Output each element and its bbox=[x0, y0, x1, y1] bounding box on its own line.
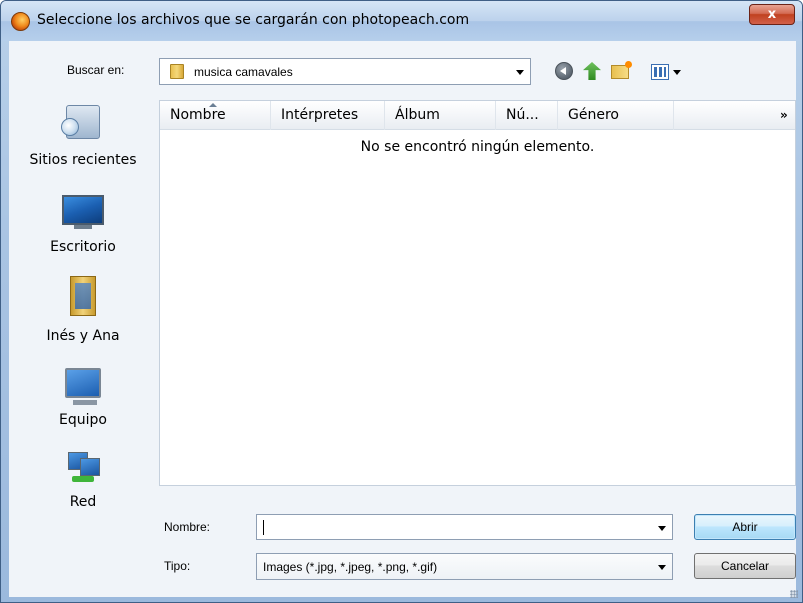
new-folder-icon[interactable] bbox=[611, 61, 632, 79]
column-header-number[interactable]: Nú... bbox=[496, 101, 558, 130]
sidebar-item-label: Escritorio bbox=[50, 239, 116, 255]
sidebar-item-label: Inés y Ana bbox=[46, 328, 120, 344]
views-dropdown-arrow-icon[interactable] bbox=[673, 70, 681, 75]
filename-label: Nombre: bbox=[164, 520, 211, 534]
sort-ascending-icon bbox=[209, 103, 217, 107]
cancel-button[interactable]: Cancelar bbox=[694, 553, 796, 579]
filetype-value: Images (*.jpg, *.jpeg, *.png, *.gif) bbox=[263, 560, 438, 574]
lookin-label: Buscar en: bbox=[67, 63, 125, 77]
sidebar-item-label: Equipo bbox=[59, 412, 107, 428]
filetype-select[interactable]: Images (*.jpg, *.jpeg, *.png, *.gif) bbox=[256, 553, 673, 580]
firefox-icon bbox=[11, 12, 30, 31]
column-header-name[interactable]: Nombre bbox=[160, 101, 271, 130]
empty-list-message: No se encontró ningún elemento. bbox=[360, 139, 595, 155]
chevron-down-icon[interactable] bbox=[658, 526, 666, 531]
text-caret bbox=[263, 520, 264, 535]
sidebar-item-label: Red bbox=[69, 494, 97, 510]
resize-grip-icon[interactable] bbox=[790, 590, 798, 598]
back-icon[interactable] bbox=[555, 62, 573, 80]
views-menu-icon[interactable] bbox=[651, 64, 669, 80]
title-bar[interactable]: Seleccione los archivos que se cargarán … bbox=[1, 1, 802, 41]
lookin-dropdown[interactable]: musica camavales bbox=[159, 58, 531, 85]
places-sidebar: Sitios recientes Escritorio Inés y Ana E… bbox=[18, 100, 148, 520]
window-title: Seleccione los archivos que se cargarán … bbox=[37, 12, 470, 28]
sidebar-item-user[interactable]: Inés y Ana bbox=[18, 276, 148, 344]
column-header-bar: Nombre Intérpretes Álbum Nú... Género » bbox=[160, 101, 795, 130]
more-columns-icon[interactable]: » bbox=[780, 108, 788, 122]
filetype-label: Tipo: bbox=[164, 559, 191, 573]
sidebar-item-desktop[interactable]: Escritorio bbox=[18, 195, 148, 255]
filename-input[interactable] bbox=[256, 514, 673, 540]
folder-icon bbox=[170, 64, 184, 79]
network-icon bbox=[66, 452, 100, 482]
sidebar-item-computer[interactable]: Equipo bbox=[18, 368, 148, 428]
sidebar-item-recent[interactable]: Sitios recientes bbox=[18, 105, 148, 168]
computer-icon bbox=[65, 368, 101, 405]
desktop-icon bbox=[62, 195, 104, 229]
column-header-album[interactable]: Álbum bbox=[385, 101, 496, 130]
lookin-value: musica camavales bbox=[194, 65, 293, 79]
sidebar-item-label: Sitios recientes bbox=[29, 152, 137, 168]
user-folder-icon bbox=[70, 276, 96, 316]
column-header-genre[interactable]: Género bbox=[558, 101, 674, 130]
column-header-artists[interactable]: Intérpretes bbox=[271, 101, 385, 130]
chevron-down-icon[interactable] bbox=[658, 565, 666, 570]
close-button[interactable]: x bbox=[749, 4, 795, 25]
chevron-down-icon[interactable] bbox=[516, 70, 524, 75]
file-list[interactable]: Nombre Intérpretes Álbum Nú... Género » … bbox=[159, 100, 796, 486]
open-button[interactable]: Abrir bbox=[694, 514, 796, 540]
sidebar-item-network[interactable]: Red bbox=[18, 452, 148, 510]
recent-places-icon bbox=[61, 105, 100, 139]
